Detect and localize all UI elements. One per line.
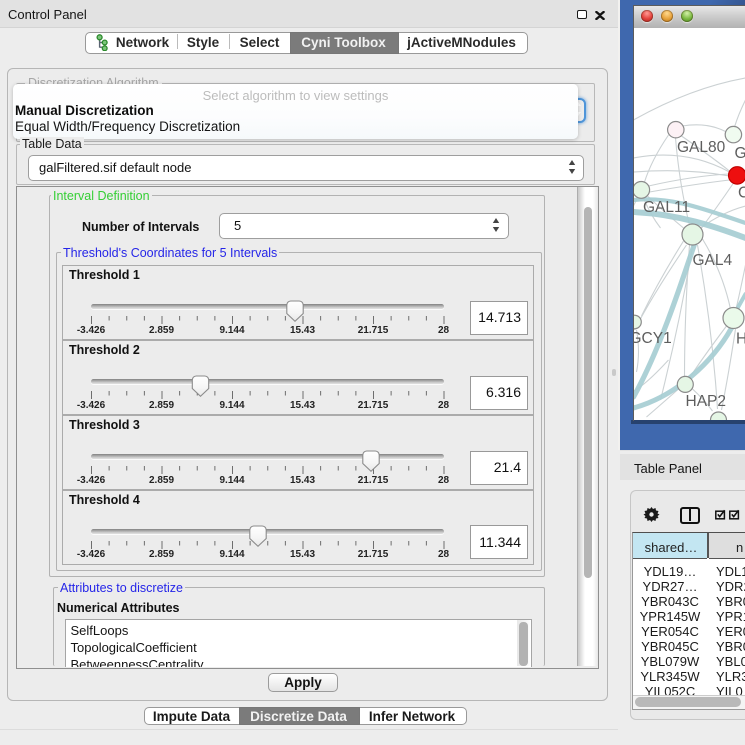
- svg-text:GAL4: GAL4: [692, 252, 732, 269]
- svg-text:C: C: [738, 185, 745, 202]
- svg-text:H: H: [736, 331, 745, 348]
- svg-text:GA: GA: [734, 145, 745, 162]
- svg-text:GAL11: GAL11: [643, 199, 690, 216]
- svg-text:HAP2: HAP2: [685, 393, 726, 410]
- svg-text:GAL80: GAL80: [677, 139, 726, 156]
- svg-text:GCY1: GCY1: [634, 330, 672, 347]
